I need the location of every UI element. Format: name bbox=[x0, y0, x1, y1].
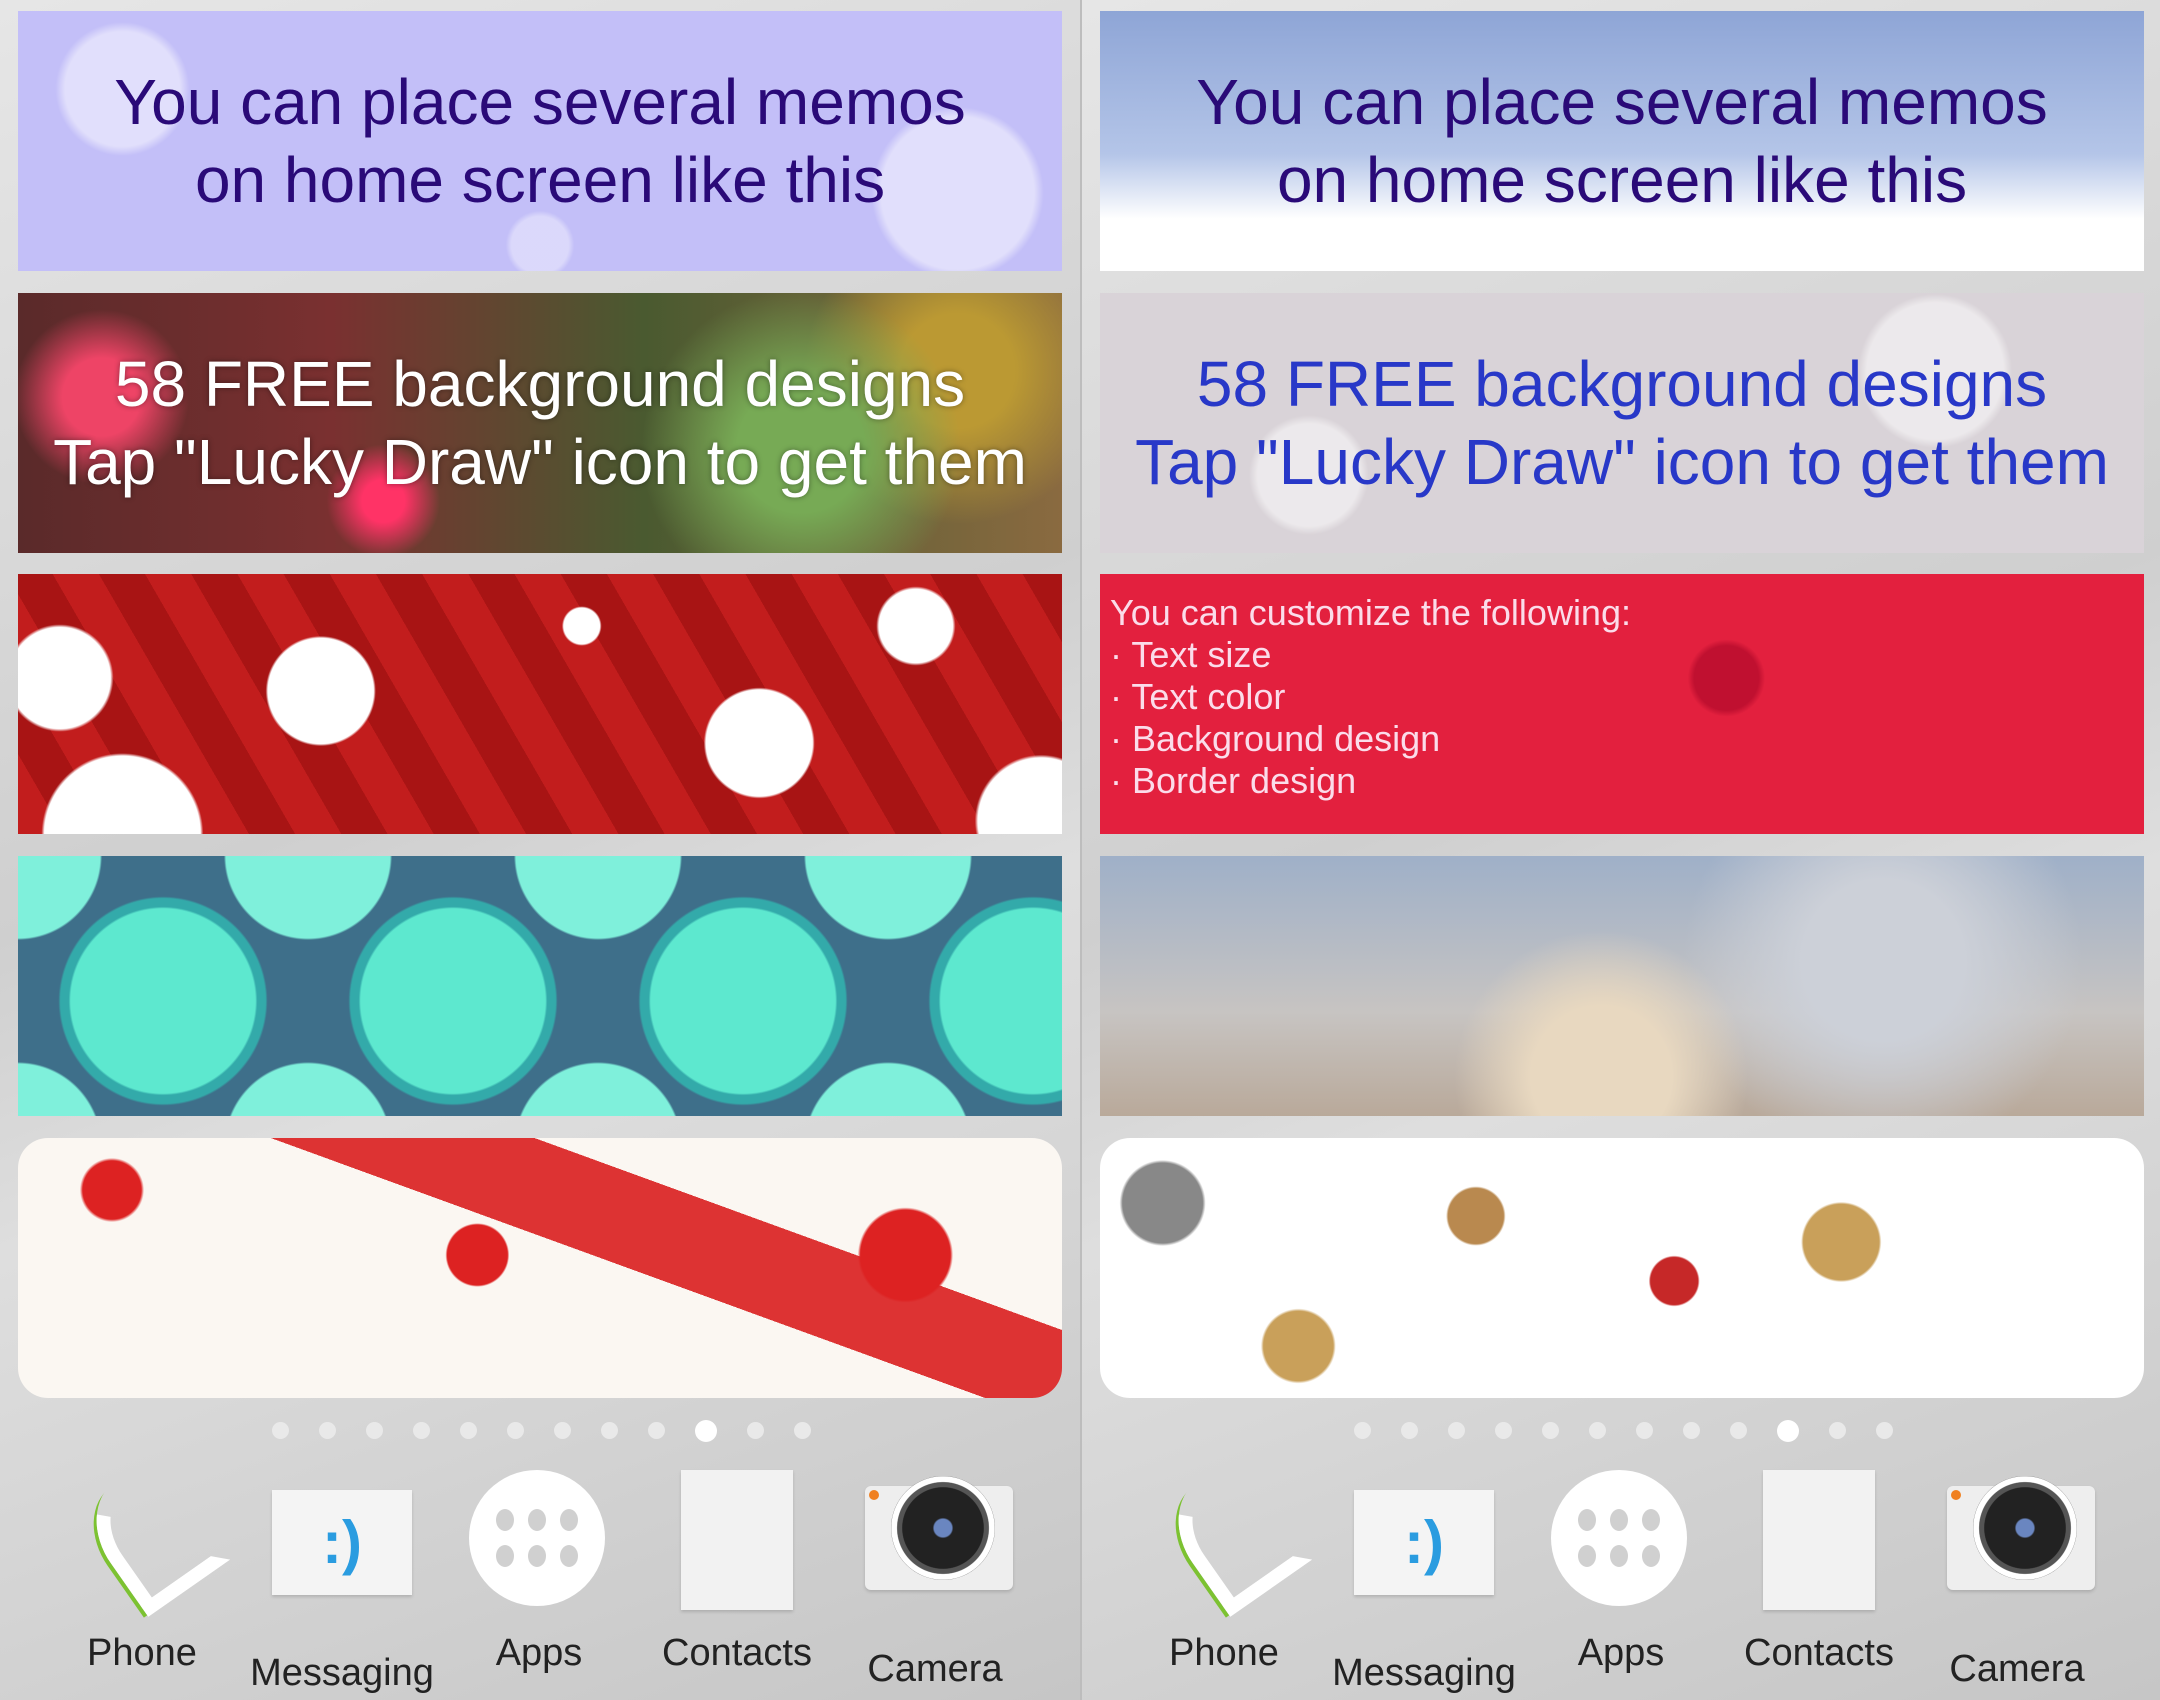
camera-icon bbox=[1947, 1476, 2095, 1626]
memo-widget[interactable] bbox=[18, 1138, 1062, 1398]
dock: Phone:) Messaging Apps Contacts Camera bbox=[1082, 1453, 2160, 1700]
dock-app-label: Apps bbox=[1577, 1632, 1665, 1674]
dock-app-apps[interactable]: Apps bbox=[1521, 1470, 1721, 1675]
dock-app-apps[interactable]: Apps bbox=[439, 1470, 639, 1675]
memo-text-line: 58 FREE background designs bbox=[1196, 348, 2048, 420]
dock-app-phone[interactable]: Phone bbox=[1124, 1453, 1324, 1675]
memo-widget[interactable] bbox=[18, 574, 1062, 834]
dock-app-label: Apps bbox=[495, 1632, 583, 1674]
contacts-icon bbox=[681, 1470, 793, 1610]
dock-app-contacts[interactable]: Contacts bbox=[1719, 1470, 1919, 1675]
page-dot-active[interactable] bbox=[1777, 1420, 1799, 1442]
dock-app-messaging[interactable]: :) Messaging bbox=[1324, 1470, 1524, 1695]
page-dot[interactable] bbox=[1542, 1422, 1559, 1439]
messaging-icon: :) bbox=[1354, 1490, 1494, 1630]
dock: Phone:) Messaging Apps Contacts Camera bbox=[0, 1453, 1080, 1700]
home-screen-right: You can place several memos on home scree… bbox=[1080, 0, 2160, 1700]
dock-app-label: Phone bbox=[1169, 1632, 1279, 1674]
home-screen-left: You can place several memos on home scree… bbox=[0, 0, 1080, 1700]
memo-text-line: You can place several memos bbox=[1196, 66, 2048, 138]
dock-app-label: Contacts bbox=[662, 1632, 812, 1674]
memo-text-line: You can customize the following: bbox=[1110, 592, 1631, 633]
memo-widget[interactable]: You can customize the following: · Text s… bbox=[1100, 574, 2144, 834]
camera-icon bbox=[865, 1476, 1013, 1626]
page-dot[interactable] bbox=[1730, 1422, 1747, 1439]
apps-grid-icon bbox=[1551, 1470, 1691, 1610]
dock-app-label: Contacts bbox=[1744, 1632, 1894, 1674]
phone-icon bbox=[72, 1453, 231, 1617]
memo-text-line: · Text size bbox=[1110, 634, 1272, 675]
page-dot[interactable] bbox=[1683, 1422, 1700, 1439]
memo-text-line: on home screen like this bbox=[194, 144, 886, 216]
page-dot[interactable] bbox=[1636, 1422, 1653, 1439]
memo-text-line: · Background design bbox=[1110, 718, 1441, 759]
memo-widget[interactable]: You can place several memos on home scree… bbox=[1100, 11, 2144, 271]
dock-app-messaging[interactable]: :) Messaging bbox=[242, 1470, 442, 1695]
dock-app-label: Camera bbox=[1949, 1648, 2085, 1690]
dock-app-label: Messaging bbox=[1332, 1652, 1516, 1694]
dock-app-label: Camera bbox=[867, 1648, 1003, 1690]
contacts-icon bbox=[1763, 1470, 1875, 1610]
apps-grid-icon bbox=[469, 1470, 609, 1610]
phone-icon bbox=[1154, 1453, 1313, 1617]
memo-text-line: · Border design bbox=[1110, 760, 1357, 801]
page-dot[interactable] bbox=[272, 1422, 289, 1439]
memo-text-line: Tap "Lucky Draw" icon to get them bbox=[1135, 426, 2109, 498]
memo-text-line: 58 FREE background designs bbox=[114, 348, 966, 420]
memo-widget[interactable]: 58 FREE background designs Tap "Lucky Dra… bbox=[18, 293, 1062, 553]
dock-app-label: Messaging bbox=[250, 1652, 434, 1694]
page-dot[interactable] bbox=[1829, 1422, 1846, 1439]
messaging-icon: :) bbox=[272, 1490, 412, 1630]
page-dot[interactable] bbox=[601, 1422, 618, 1439]
memo-text-line: on home screen like this bbox=[1276, 144, 1968, 216]
page-dot[interactable] bbox=[1448, 1422, 1465, 1439]
dock-app-camera[interactable]: Camera bbox=[835, 1470, 1035, 1691]
page-indicator[interactable] bbox=[272, 1420, 811, 1442]
page-dot[interactable] bbox=[794, 1422, 811, 1439]
page-dot-active[interactable] bbox=[695, 1420, 717, 1442]
page-dot[interactable] bbox=[319, 1422, 336, 1439]
page-dot[interactable] bbox=[1495, 1422, 1512, 1439]
page-dot[interactable] bbox=[747, 1422, 764, 1439]
page-dot[interactable] bbox=[1401, 1422, 1418, 1439]
memo-widget[interactable] bbox=[1100, 856, 2144, 1116]
memo-text-line: Tap "Lucky Draw" icon to get them bbox=[53, 426, 1027, 498]
memo-widget[interactable] bbox=[18, 856, 1062, 1116]
page-indicator[interactable] bbox=[1354, 1420, 1893, 1442]
dock-app-phone[interactable]: Phone bbox=[42, 1453, 242, 1675]
memo-text-line: You can place several memos bbox=[114, 66, 966, 138]
page-dot[interactable] bbox=[507, 1422, 524, 1439]
memo-widget[interactable]: You can place several memos on home scree… bbox=[18, 11, 1062, 271]
page-dot[interactable] bbox=[1354, 1422, 1371, 1439]
page-dot[interactable] bbox=[366, 1422, 383, 1439]
page-dot[interactable] bbox=[1589, 1422, 1606, 1439]
memo-text-line: · Text color bbox=[1110, 676, 1286, 717]
dock-app-label: Phone bbox=[87, 1632, 197, 1674]
page-dot[interactable] bbox=[648, 1422, 665, 1439]
dock-app-contacts[interactable]: Contacts bbox=[637, 1470, 837, 1675]
page-dot[interactable] bbox=[554, 1422, 571, 1439]
memo-widget[interactable] bbox=[1100, 1138, 2144, 1398]
page-dot[interactable] bbox=[1876, 1422, 1893, 1439]
page-dot[interactable] bbox=[413, 1422, 430, 1439]
page-dot[interactable] bbox=[460, 1422, 477, 1439]
memo-widget[interactable]: 58 FREE background designs Tap "Lucky Dra… bbox=[1100, 293, 2144, 553]
dock-app-camera[interactable]: Camera bbox=[1917, 1470, 2117, 1691]
